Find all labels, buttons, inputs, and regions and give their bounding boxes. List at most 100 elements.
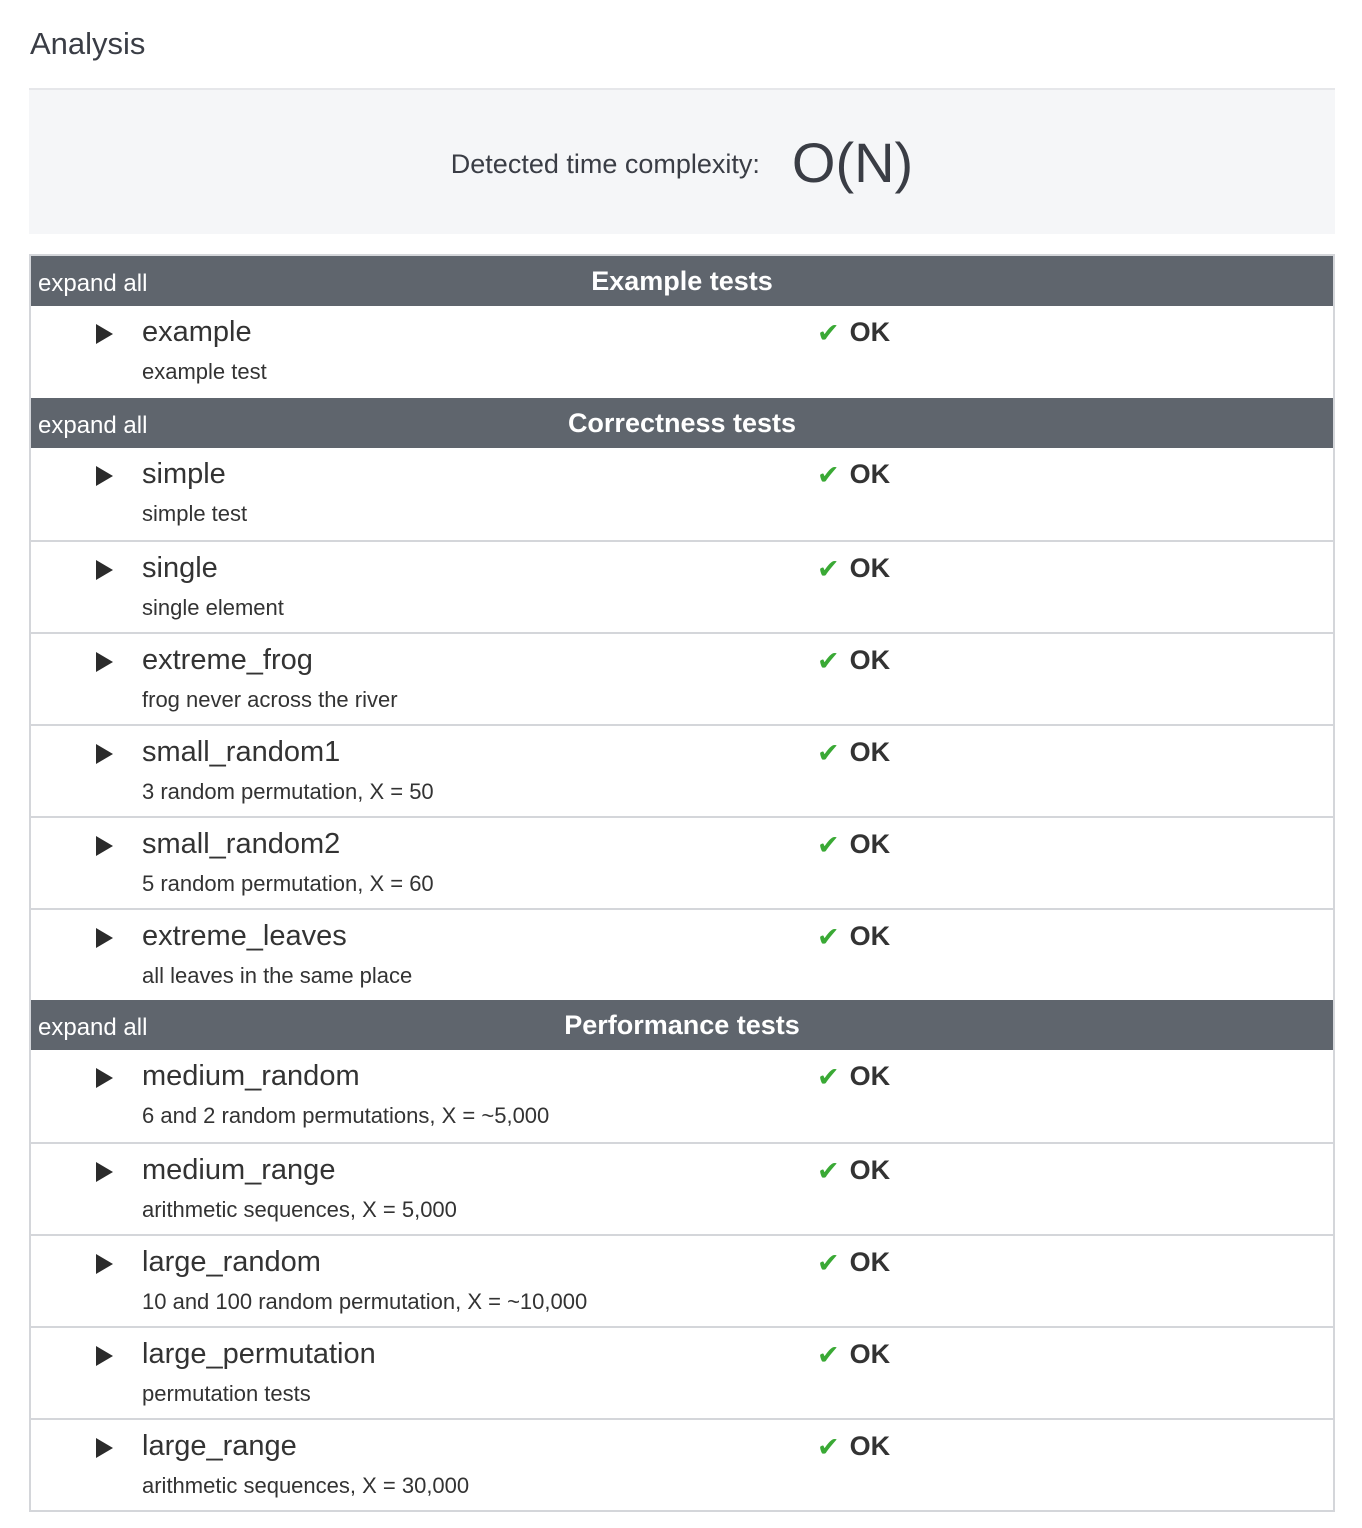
check-icon: ✔ xyxy=(817,318,840,348)
group-title: Example tests xyxy=(591,266,773,296)
group-header-correctness: expand all Correctness tests xyxy=(31,398,1333,448)
test-result: ✔ OK xyxy=(817,1245,890,1279)
triangle-right-icon xyxy=(96,1438,113,1458)
page-title: Analysis xyxy=(30,26,146,61)
expand-toggle[interactable] xyxy=(91,320,119,348)
test-row: small_random1 3 random permutation, X = … xyxy=(31,724,1333,816)
test-status: OK xyxy=(849,645,891,675)
check-icon: ✔ xyxy=(817,1062,840,1092)
expand-toggle[interactable] xyxy=(91,556,119,584)
test-results-table: expand all Example tests example example… xyxy=(29,254,1335,1512)
check-icon: ✔ xyxy=(817,1156,840,1186)
triangle-right-icon xyxy=(96,928,113,948)
test-description: arithmetic sequences, X = 5,000 xyxy=(142,1197,457,1222)
test-status: OK xyxy=(849,317,891,347)
test-description: 10 and 100 random permutation, X = ~10,0… xyxy=(142,1289,588,1314)
check-icon: ✔ xyxy=(817,554,840,584)
check-icon: ✔ xyxy=(817,1340,840,1370)
test-result: ✔ OK xyxy=(817,1337,890,1371)
test-description: frog never across the river xyxy=(142,687,398,712)
triangle-right-icon xyxy=(96,324,113,344)
check-icon: ✔ xyxy=(817,738,840,768)
test-description: 6 and 2 random permutations, X = ~5,000 xyxy=(142,1103,550,1128)
test-name: medium_random xyxy=(142,1060,360,1092)
test-name: small_random1 xyxy=(142,736,341,768)
test-status: OK xyxy=(849,737,891,767)
group-header-example: expand all Example tests xyxy=(31,256,1333,306)
test-result: ✔ OK xyxy=(817,735,890,769)
test-description: 3 random permutation, X = 50 xyxy=(142,779,434,804)
expand-toggle[interactable] xyxy=(91,924,119,952)
test-row: simple simple test ✔ OK xyxy=(31,448,1333,540)
test-status: OK xyxy=(849,553,891,583)
test-name: small_random2 xyxy=(142,828,341,860)
test-status: OK xyxy=(849,829,891,859)
test-result: ✔ OK xyxy=(817,643,890,677)
check-icon: ✔ xyxy=(817,922,840,952)
test-name: extreme_frog xyxy=(142,644,313,676)
check-icon: ✔ xyxy=(817,1432,840,1462)
expand-toggle[interactable] xyxy=(91,1342,119,1370)
test-description: 5 random permutation, X = 60 xyxy=(142,871,434,896)
expand-toggle[interactable] xyxy=(91,648,119,676)
group-title: Correctness tests xyxy=(567,408,797,438)
test-name: simple xyxy=(142,458,226,490)
test-row: small_random2 5 random permutation, X = … xyxy=(31,816,1333,908)
test-name: example xyxy=(142,316,252,348)
test-status: OK xyxy=(849,921,891,951)
test-row: medium_range arithmetic sequences, X = 5… xyxy=(31,1142,1333,1234)
analysis-page: Analysis Detected time complexity: O(N) … xyxy=(0,0,1362,1528)
test-status: OK xyxy=(849,1155,891,1185)
triangle-right-icon xyxy=(96,466,113,486)
test-name: medium_range xyxy=(142,1154,336,1186)
test-result: ✔ OK xyxy=(817,1059,890,1093)
test-row: medium_random 6 and 2 random permutation… xyxy=(31,1050,1333,1142)
test-row: extreme_frog frog never across the river… xyxy=(31,632,1333,724)
triangle-right-icon xyxy=(96,560,113,580)
test-result: ✔ OK xyxy=(817,1153,890,1187)
test-row: large_range arithmetic sequences, X = 30… xyxy=(31,1418,1333,1510)
triangle-right-icon xyxy=(96,836,113,856)
group-header-performance: expand all Performance tests xyxy=(31,1000,1333,1050)
test-row: extreme_leaves all leaves in the same pl… xyxy=(31,908,1333,1000)
test-row: large_random 10 and 100 random permutati… xyxy=(31,1234,1333,1326)
expand-all-link[interactable]: expand all xyxy=(38,1014,147,1042)
test-status: OK xyxy=(849,1339,891,1369)
expand-all-link[interactable]: expand all xyxy=(38,270,147,298)
test-description: example test xyxy=(142,359,267,384)
test-status: OK xyxy=(849,1061,891,1091)
triangle-right-icon xyxy=(96,1346,113,1366)
expand-toggle[interactable] xyxy=(91,1158,119,1186)
test-result: ✔ OK xyxy=(817,551,890,585)
triangle-right-icon xyxy=(96,1162,113,1182)
test-description: all leaves in the same place xyxy=(142,963,413,988)
expand-toggle[interactable] xyxy=(91,1434,119,1462)
expand-toggle[interactable] xyxy=(91,1250,119,1278)
test-result: ✔ OK xyxy=(817,919,890,953)
triangle-right-icon xyxy=(96,744,113,764)
expand-toggle[interactable] xyxy=(91,832,119,860)
test-description: permutation tests xyxy=(142,1381,311,1406)
expand-toggle[interactable] xyxy=(91,462,119,490)
complexity-label: Detected time complexity: xyxy=(450,148,760,179)
test-status: OK xyxy=(849,1247,891,1277)
test-result: ✔ OK xyxy=(817,457,890,491)
check-icon: ✔ xyxy=(817,1248,840,1278)
test-result: ✔ OK xyxy=(817,315,890,349)
expand-toggle[interactable] xyxy=(91,1064,119,1092)
expand-all-link[interactable]: expand all xyxy=(38,412,147,440)
test-status: OK xyxy=(849,459,891,489)
test-description: simple test xyxy=(142,501,248,526)
test-name: large_permutation xyxy=(142,1338,376,1370)
test-description: arithmetic sequences, X = 30,000 xyxy=(142,1473,470,1498)
test-row: example example test ✔ OK xyxy=(31,306,1333,398)
expand-toggle[interactable] xyxy=(91,740,119,768)
complexity-value: O(N) xyxy=(791,130,914,194)
test-name: extreme_leaves xyxy=(142,920,347,952)
test-name: large_range xyxy=(142,1430,297,1462)
complexity-panel: Detected time complexity: O(N) xyxy=(29,88,1335,234)
test-result: ✔ OK xyxy=(817,1429,890,1463)
test-name: large_random xyxy=(142,1246,321,1278)
test-name: single xyxy=(142,552,218,584)
triangle-right-icon xyxy=(96,652,113,672)
